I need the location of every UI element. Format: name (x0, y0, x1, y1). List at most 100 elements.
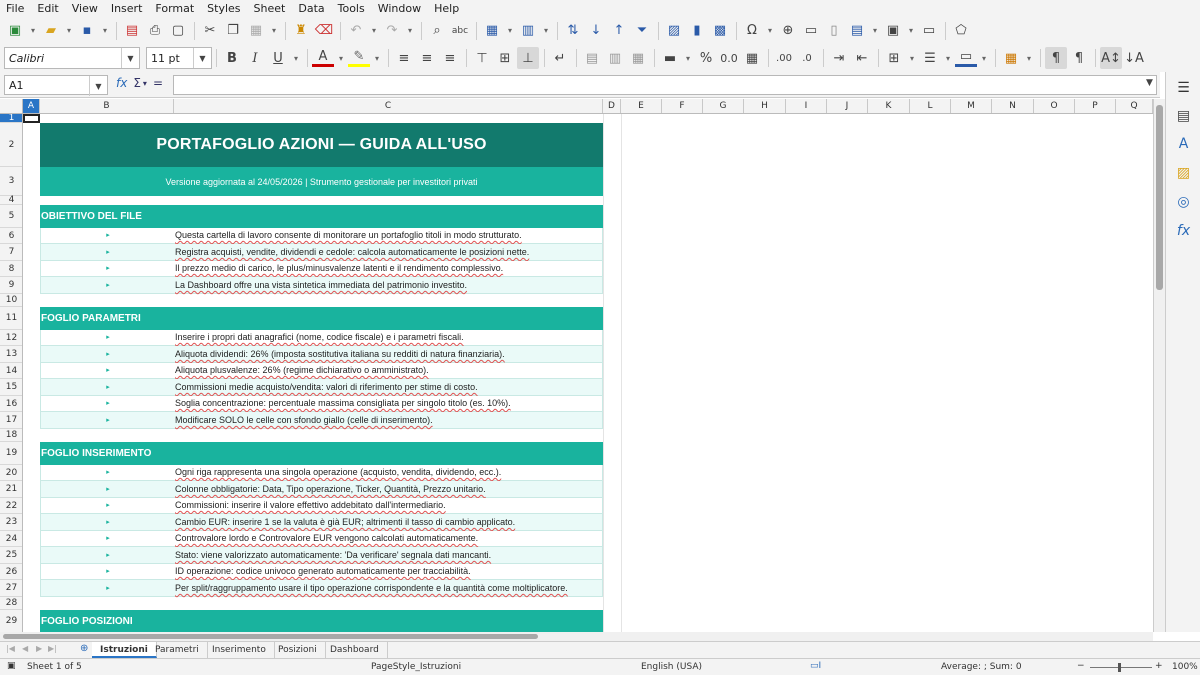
font-size-dropdown-icon[interactable]: ▼ (193, 48, 211, 68)
text-direction-ltr-icon[interactable]: ¶ (1045, 47, 1067, 69)
column-header-m[interactable]: M (951, 99, 992, 113)
document-modified-icon[interactable]: ▣ (7, 661, 16, 671)
highlight-dropdown-icon[interactable]: ▾ (371, 47, 383, 69)
list-item[interactable]: ▸ Questa cartella di lavoro consente di … (40, 228, 603, 244)
navigator-icon[interactable]: ◎ (1166, 192, 1200, 212)
menu-tools[interactable]: Tools (338, 2, 365, 15)
new-dropdown-icon[interactable]: ▾ (27, 20, 39, 42)
open-dropdown-icon[interactable]: ▾ (63, 20, 75, 42)
font-color-dropdown-icon[interactable]: ▾ (335, 47, 347, 69)
sum-dropdown-icon[interactable]: ▾ (143, 79, 147, 88)
date-format-icon[interactable]: ▦ (741, 47, 763, 69)
sort-icon[interactable]: ⇅ (562, 20, 584, 42)
italic-icon[interactable]: I (244, 47, 266, 69)
formula-input[interactable] (173, 75, 1157, 95)
font-size-combo[interactable]: 11 pt ▼ (146, 47, 212, 69)
special-character-dropdown-icon[interactable]: ▾ (764, 20, 776, 42)
list-item[interactable]: ▸ Aliquota plusvalenze: 26% (regime dich… (40, 363, 603, 379)
zoom-out-icon[interactable]: − (1077, 661, 1085, 671)
properties-icon[interactable]: ▤ (1166, 106, 1200, 126)
list-item[interactable]: ▸ Cambio EUR: inserire 1 se la valuta è … (40, 514, 603, 531)
column-header-a[interactable]: A (23, 99, 40, 113)
row-header-4[interactable]: 4 (0, 195, 22, 205)
list-item[interactable]: ▸ Per split/raggruppamento usare il tipo… (40, 580, 603, 597)
zoom-level[interactable]: 100% (1172, 662, 1198, 672)
number-format-icon[interactable]: 0.0 (718, 47, 740, 69)
row-header-10[interactable]: 10 (0, 294, 22, 307)
row-header-12[interactable]: 12 (0, 330, 22, 346)
print-area-dropdown-icon[interactable]: ▾ (869, 20, 881, 42)
save-dropdown-icon[interactable]: ▾ (99, 20, 111, 42)
copy-icon[interactable]: ❐ (222, 20, 244, 42)
row-header-22[interactable]: 22 (0, 498, 22, 514)
list-item[interactable]: ▸ Stato: viene valorizzato automaticamen… (40, 547, 603, 564)
page-style[interactable]: PageStyle_Istruzioni (371, 662, 461, 672)
spelling-icon[interactable]: abc (449, 20, 471, 42)
row-header-15[interactable]: 15 (0, 379, 22, 396)
prev-sheet-icon[interactable]: ◀ (22, 644, 28, 653)
paste-icon[interactable]: ▦ (245, 20, 267, 42)
name-box[interactable]: A1 ▼ (4, 75, 108, 96)
list-item[interactable]: ▸ Aliquota dividendi: 26% (imposta sosti… (40, 346, 603, 363)
row-header-6[interactable]: 6 (0, 228, 22, 244)
row-header-9[interactable]: 9 (0, 277, 22, 294)
column-header-d[interactable]: D (603, 99, 621, 113)
column-dropdown-icon[interactable]: ▾ (540, 20, 552, 42)
sort-ascending-icon[interactable]: ↓ (585, 20, 607, 42)
row-icon[interactable]: ▦ (481, 20, 503, 42)
freeze-rows-columns-icon[interactable]: ▣ (882, 20, 904, 42)
row-header-20[interactable]: 20 (0, 465, 22, 481)
function-wizard-icon[interactable]: fx (116, 76, 127, 90)
align-left-icon[interactable]: ≡ (393, 47, 415, 69)
column-header-c[interactable]: C (174, 99, 603, 113)
menu-data[interactable]: Data (298, 2, 324, 15)
freeze-dropdown-icon[interactable]: ▾ (905, 20, 917, 42)
row-header-18[interactable]: 18 (0, 429, 22, 442)
border-style-icon[interactable]: ☰ (919, 47, 941, 69)
conditional-format-icon[interactable]: ▦ (1000, 47, 1022, 69)
list-item[interactable]: ▸ Soglia concentrazione: percentuale mas… (40, 396, 603, 412)
text-direction-rtl-icon[interactable]: ¶ (1068, 47, 1090, 69)
vertical-scroll-thumb[interactable] (1156, 105, 1163, 290)
currency-dropdown-icon[interactable]: ▾ (682, 47, 694, 69)
menu-window[interactable]: Window (378, 2, 421, 15)
cut-icon[interactable]: ✂ (199, 20, 221, 42)
column-header-q[interactable]: Q (1116, 99, 1153, 113)
language[interactable]: English (USA) (641, 662, 702, 672)
increase-indent-icon[interactable]: ⇥ (828, 47, 850, 69)
list-item[interactable]: ▸ Commissioni medie acquisto/vendita: va… (40, 379, 603, 396)
column-header-k[interactable]: K (868, 99, 910, 113)
formula-equals-icon[interactable]: = (153, 76, 163, 90)
menu-styles[interactable]: Styles (207, 2, 240, 15)
menu-view[interactable]: View (72, 2, 98, 15)
row-header-13[interactable]: 13 (0, 346, 22, 363)
special-character-icon[interactable]: Ω (741, 20, 763, 42)
new-icon[interactable]: ▣ (4, 20, 26, 42)
pivot-table-icon[interactable]: ▩ (709, 20, 731, 42)
autofilter-icon[interactable]: ⏷ (631, 20, 653, 42)
headers-footers-icon[interactable]: ▯ (823, 20, 845, 42)
find-replace-icon[interactable]: ⌕ (426, 20, 448, 42)
tab-parametri[interactable]: Parametri (147, 642, 208, 658)
comment-icon[interactable]: ▭ (800, 20, 822, 42)
tab-posizioni[interactable]: Posizioni (270, 642, 326, 658)
column-header-e[interactable]: E (621, 99, 662, 113)
row-header-11[interactable]: 11 (0, 307, 22, 330)
border-color-dropdown-icon[interactable]: ▾ (978, 47, 990, 69)
row-header-28[interactable]: 28 (0, 597, 22, 610)
menu-edit[interactable]: Edit (37, 2, 58, 15)
align-center-icon[interactable]: ≡ (416, 47, 438, 69)
row-header-17[interactable]: 17 (0, 412, 22, 429)
list-item[interactable]: ▸ Registra acquisti, vendite, dividendi … (40, 244, 603, 261)
first-sheet-icon[interactable]: |◀ (6, 644, 15, 653)
row-header-27[interactable]: 27 (0, 580, 22, 597)
last-sheet-icon[interactable]: ▶| (48, 644, 57, 653)
highlight-color-icon[interactable]: ✎ (348, 49, 370, 67)
list-item[interactable]: ▸ Il prezzo medio di carico, le plus/min… (40, 261, 603, 277)
save-icon[interactable]: ▪ (76, 20, 98, 42)
row-header-7[interactable]: 7 (0, 244, 22, 261)
clear-formatting-icon[interactable]: ⌫ (313, 20, 335, 42)
open-icon[interactable]: ▰ (40, 20, 62, 42)
export-pdf-icon[interactable]: ▤ (121, 20, 143, 42)
column-header-h[interactable]: H (744, 99, 786, 113)
